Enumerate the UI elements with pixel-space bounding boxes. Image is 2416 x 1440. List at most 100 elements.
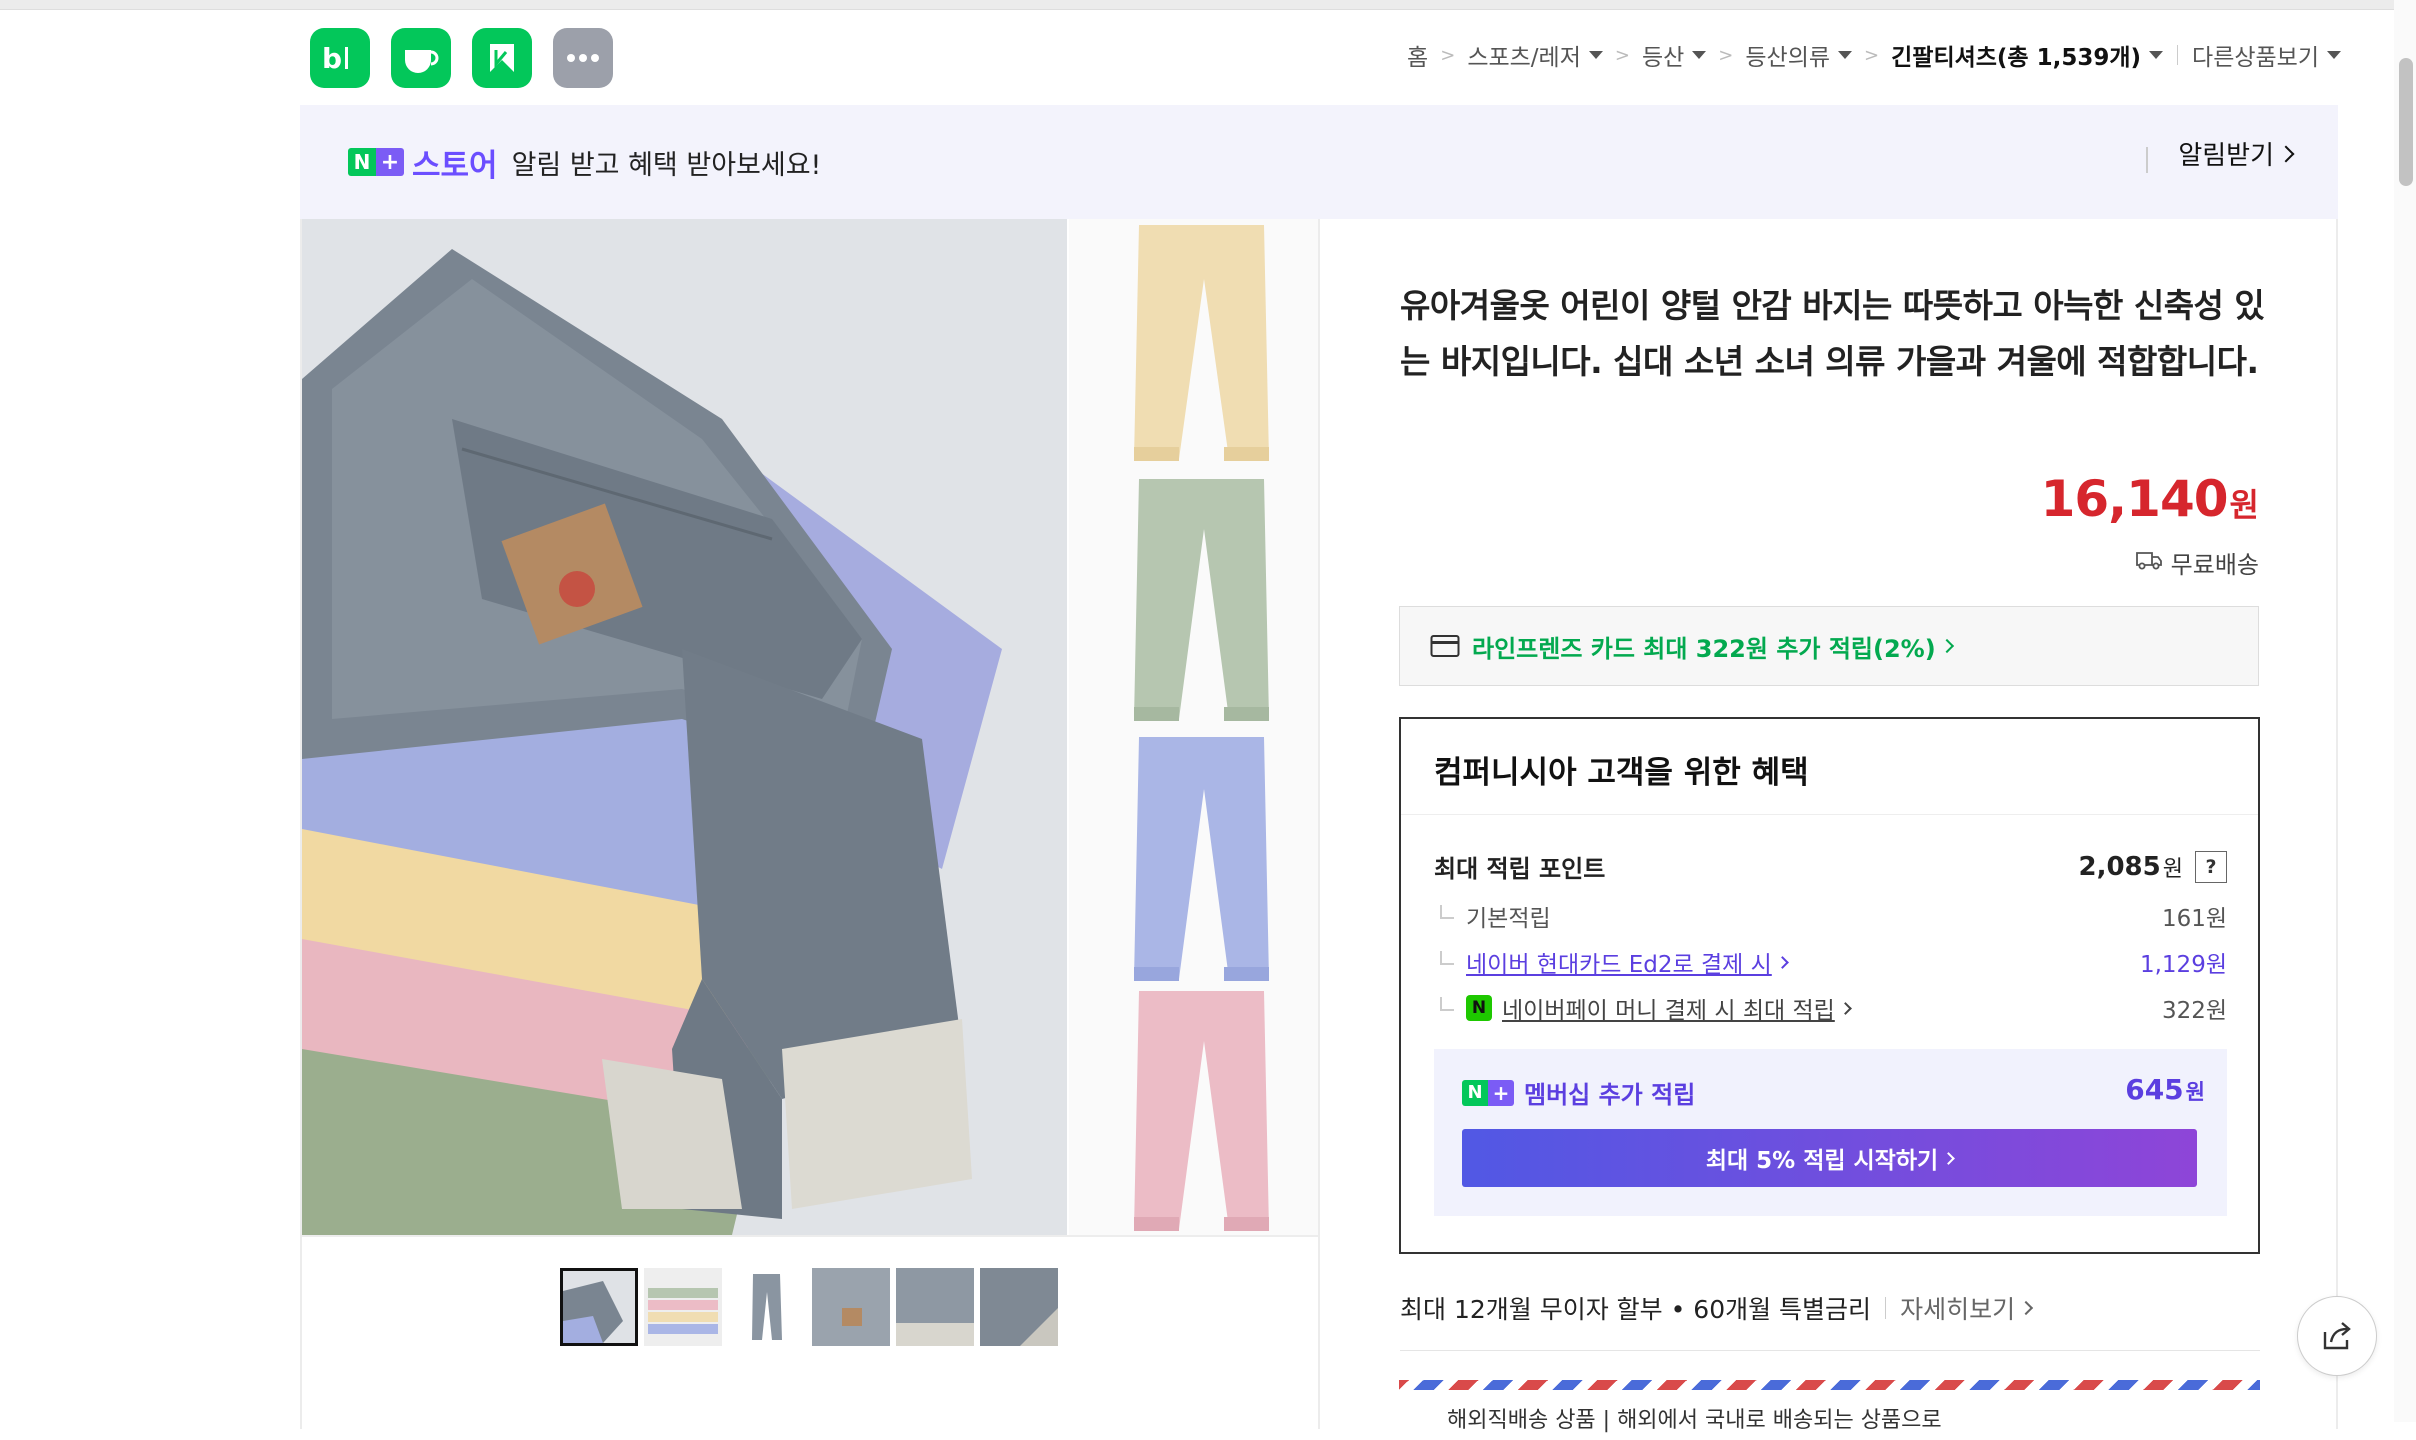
tree-branch-icon	[1440, 951, 1454, 965]
max-points-value: 2,085	[2078, 851, 2161, 882]
share-button[interactable]	[2297, 1296, 2377, 1376]
card-promotion-banner[interactable]: 라인프렌즈 카드 최대 322원 추가 적립(2%)	[1399, 606, 2259, 686]
max-points-label: 최대 적립 포인트	[1434, 855, 1606, 883]
installment-info: 최대 12개월 무이자 할부 • 60개월 특별금리 자세히보기	[1400, 1290, 2034, 1326]
frame-border-right	[2336, 219, 2338, 1429]
plus-icon: +	[1488, 1079, 1514, 1106]
chevron-right-icon	[2277, 145, 2295, 162]
thumbnail-3[interactable]	[728, 1268, 806, 1346]
breadcrumb-current-label: 긴팔티셔츠(총 1,539개)	[1891, 45, 2142, 71]
max-points-row: 최대 적립 포인트 2,085 원 ?	[1434, 849, 2227, 884]
caret-down-icon	[1588, 51, 1603, 59]
basic-points-label: 기본적립	[1466, 906, 1551, 932]
share-icon	[2319, 1318, 2355, 1354]
membership-label: 멤버십 추가 적립	[1524, 1081, 1696, 1109]
caret-down-icon	[2327, 51, 2341, 59]
breadcrumb-separator: >	[1440, 44, 1456, 66]
kream-icon[interactable]	[472, 28, 532, 88]
breadcrumb-hiking[interactable]: 등산	[1641, 38, 1707, 72]
breadcrumb-current[interactable]: 긴팔티셔츠(총 1,539개)	[1891, 38, 2164, 72]
npay-value: 322원	[2161, 998, 2227, 1024]
image-thumbnail-strip	[560, 1268, 1058, 1346]
product-title: 유아겨울옷 어린이 양털 안감 바지는 따뜻하고 아늑한 신축성 있는 바지입니…	[1400, 286, 2265, 381]
card-promotion-label: 라인프렌즈 카드 최대 322원 추가 적립(2%)	[1472, 634, 1936, 663]
membership-value-number: 645	[2125, 1073, 2184, 1106]
tree-branch-icon	[1440, 905, 1454, 919]
gallery-divider	[302, 1235, 1318, 1237]
npay-row: N 네이버페이 머니 결제 시 최대 적립 322원	[1434, 991, 2227, 1025]
thumbnail-4[interactable]	[812, 1268, 890, 1346]
hyundai-card-row: 네이버 현대카드 Ed2로 결제 시 1,129원	[1434, 945, 2227, 979]
breadcrumb-hiking-clothes-label: 등산의류	[1745, 45, 1831, 71]
basic-points-row: 기본적립 161원	[1434, 899, 2227, 933]
membership-start-label: 최대 5% 적립 시작하기	[1705, 1148, 1939, 1174]
alarm-subscribe-label: 알림받기	[2178, 141, 2274, 171]
store-notification-banner: N + 스토어 알림 받고 혜택 받아보세요! 알림받기	[300, 105, 2338, 219]
cafe-icon[interactable]	[391, 28, 451, 88]
chevron-right-icon	[2019, 1300, 2034, 1316]
other-products-dropdown[interactable]: 다른상품보기	[2192, 38, 2341, 72]
breadcrumb: 홈 > 스포츠/레저 > 등산 > 등산의류 > 긴팔티셔츠(총 1,539개)…	[1407, 38, 2341, 72]
installment-details-label: 자세히보기	[1900, 1295, 2016, 1324]
scrollbar-thumb[interactable]	[2399, 58, 2413, 186]
price-value: 16,140	[2040, 470, 2229, 528]
chevron-right-icon	[1942, 1151, 1956, 1165]
breadcrumb-hiking-clothes[interactable]: 등산의류	[1745, 38, 1853, 72]
frame-border-middle	[1318, 219, 1320, 1429]
naver-plus-store-logo: N + 스토어	[348, 140, 498, 185]
basic-points-value: 161원	[2161, 906, 2227, 932]
breadcrumb-separator: >	[1614, 44, 1630, 66]
shipping-label: 무료배송	[2170, 551, 2259, 579]
installment-divider-line	[1400, 1350, 2260, 1351]
max-points-unit: 원	[2162, 856, 2183, 882]
page-scrollbar[interactable]	[2394, 0, 2416, 1422]
chevron-right-icon	[1939, 638, 1954, 654]
caret-down-icon	[1692, 51, 1707, 59]
more-apps-icon[interactable]	[553, 28, 613, 88]
help-icon[interactable]: ?	[2195, 850, 2227, 883]
chevron-right-icon	[1838, 1001, 1852, 1015]
overseas-shipping-notice: 해외직배송 상품 | 해외에서 국내로 배송되는 상품으로	[1399, 1380, 2260, 1440]
naver-n-icon: N	[1462, 1079, 1488, 1106]
benefit-divider	[1401, 814, 2258, 815]
card-promotion-text: 라인프렌즈 카드 최대 322원 추가 적립(2%)	[1472, 629, 1954, 664]
breadcrumb-sports[interactable]: 스포츠/레저	[1467, 38, 1603, 72]
thumbnail-5[interactable]	[896, 1268, 974, 1346]
chevron-right-icon	[1775, 955, 1789, 969]
breadcrumb-home[interactable]: 홈	[1407, 38, 1428, 72]
naver-n-icon: N	[348, 148, 376, 176]
hyundai-card-value: 1,129원	[2139, 952, 2227, 978]
benefit-box: 컴퍼니시아 고객을 위한 혜택 최대 적립 포인트 2,085 원 ? 기본적립…	[1399, 717, 2260, 1254]
tree-branch-icon	[1440, 997, 1454, 1011]
breadcrumb-separator: >	[1864, 44, 1880, 66]
banner-message: 알림 받고 혜택 받아보세요!	[511, 149, 822, 181]
blog-icon[interactable]: b	[310, 28, 370, 88]
main-product-image[interactable]	[302, 219, 1067, 1235]
benefit-title: 컴퍼니시아 고객을 위한 혜택	[1434, 755, 1809, 791]
naver-pay-icon: N	[1466, 995, 1492, 1021]
caret-down-icon	[1838, 51, 1853, 59]
other-products-label: 다른상품보기	[2192, 45, 2319, 71]
membership-start-button[interactable]: 최대 5% 적립 시작하기	[1462, 1129, 2197, 1187]
price-currency: 원	[2229, 486, 2259, 524]
alarm-subscribe-button[interactable]: 알림받기	[2178, 135, 2295, 172]
thumbnail-1[interactable]	[560, 1268, 638, 1346]
breadcrumb-divider	[2177, 45, 2179, 65]
color-variant-column	[1069, 219, 1318, 1235]
overseas-shipping-text: 해외직배송 상품 | 해외에서 국내로 배송되는 상품으로	[1447, 1408, 1942, 1433]
service-app-icons: b	[310, 28, 613, 88]
hyundai-card-link[interactable]: 네이버 현대카드 Ed2로 결제 시	[1466, 945, 1772, 979]
installment-details-link[interactable]: 자세히보기	[1900, 1290, 2034, 1326]
svg-text:b: b	[322, 42, 342, 75]
browser-top-border	[0, 0, 2416, 10]
credit-card-icon	[1430, 634, 1460, 658]
plus-icon: +	[376, 148, 404, 176]
thumbnail-6[interactable]	[980, 1268, 1058, 1346]
npay-link[interactable]: 네이버페이 머니 결제 시 최대 적립	[1502, 991, 1835, 1025]
thumbnail-2[interactable]	[644, 1268, 722, 1346]
banner-divider	[2146, 147, 2148, 173]
truck-icon	[2135, 549, 2163, 577]
breadcrumb-hiking-label: 등산	[1641, 45, 1685, 71]
membership-label-group: N + 멤버십 추가 적립	[1462, 1075, 1695, 1110]
store-word: 스토어	[412, 147, 498, 184]
